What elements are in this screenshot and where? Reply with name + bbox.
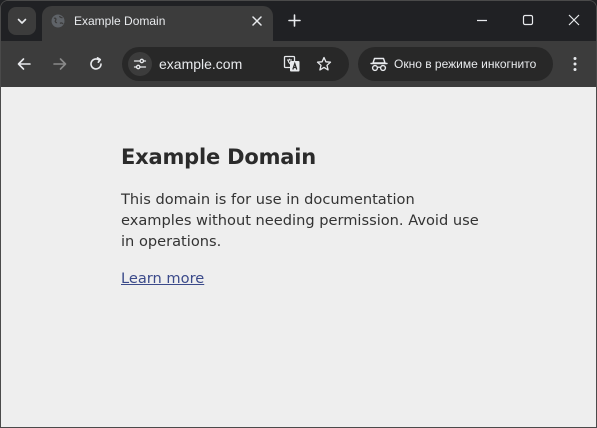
new-tab-button[interactable] — [283, 9, 305, 31]
address-bar[interactable]: example.com — [122, 47, 349, 81]
arrow-left-icon — [17, 58, 31, 70]
maximize-icon — [522, 14, 534, 26]
star-icon — [316, 56, 332, 71]
tab-active[interactable]: Example Domain — [42, 6, 273, 41]
arrow-right-icon — [53, 58, 67, 70]
maximize-button[interactable] — [505, 5, 551, 35]
tab-search-button[interactable] — [8, 7, 36, 35]
reload-button[interactable] — [82, 50, 110, 78]
tab-strip: Example Domain — [1, 1, 596, 41]
page-description: This domain is for use in documentation … — [121, 191, 479, 250]
browser-menu-button[interactable] — [564, 50, 586, 78]
globe-icon — [51, 14, 65, 28]
chevron-down-icon — [17, 18, 27, 24]
translate-icon — [283, 55, 300, 72]
url-text[interactable]: example.com — [159, 56, 242, 72]
page-title: Example Domain — [121, 145, 316, 169]
close-window-button[interactable] — [551, 5, 596, 35]
minimize-button[interactable] — [459, 5, 505, 35]
toolbar: example.com Окно в режиме инкогнито — [1, 41, 596, 87]
tab-title: Example Domain — [74, 14, 166, 28]
minimize-icon — [477, 19, 487, 22]
plus-icon — [287, 13, 301, 27]
tune-icon — [133, 58, 147, 70]
forward-button[interactable] — [46, 50, 74, 78]
page-content: Example Domain This domain is for use in… — [121, 143, 481, 289]
close-icon — [252, 16, 262, 26]
learn-more-link[interactable]: Learn more — [121, 268, 204, 289]
incognito-indicator[interactable]: Окно в режиме инкогнито — [358, 47, 553, 81]
translate-button[interactable] — [282, 54, 302, 74]
back-button[interactable] — [10, 50, 38, 78]
bookmark-button[interactable] — [314, 54, 334, 74]
more-vertical-icon — [573, 57, 577, 71]
close-icon — [568, 14, 580, 26]
incognito-label: Окно в режиме инкогнито — [394, 57, 537, 71]
site-info-button[interactable] — [128, 52, 152, 76]
browser-window: Example Domain example.com Окно в режиме… — [0, 0, 597, 428]
page-viewport: Example Domain This domain is for use in… — [1, 87, 596, 427]
incognito-icon — [370, 57, 388, 72]
reload-icon — [90, 57, 102, 70]
tab-close-button[interactable] — [248, 12, 266, 30]
